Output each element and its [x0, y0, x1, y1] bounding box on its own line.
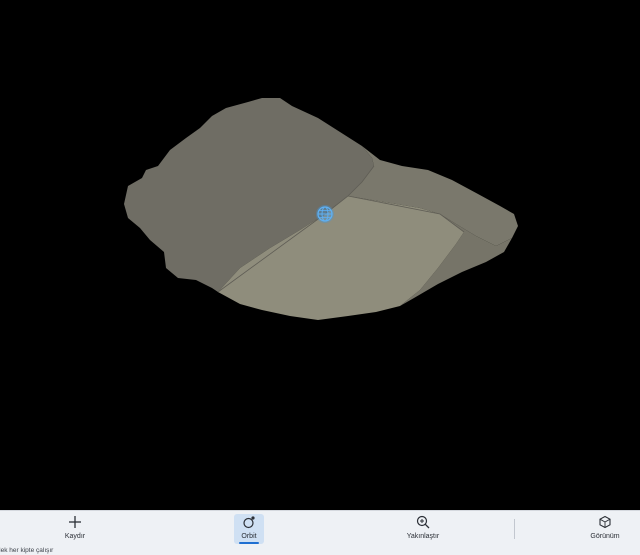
orbit-button[interactable]: Orbit	[234, 514, 264, 544]
zoom-button[interactable]: Yakınlaştır	[399, 514, 447, 544]
status-text: rlek her kipte çalışır	[0, 547, 54, 554]
pan-button[interactable]: Kaydır	[58, 514, 92, 544]
orbit-label: Orbit	[241, 533, 257, 540]
navigation-toolbar: Kaydır Orbit Yakınlaştır Görünüm	[0, 510, 640, 547]
pan-label: Kaydır	[64, 533, 86, 540]
status-bar: rlek her kipte çalışır	[0, 547, 640, 555]
orbit-icon	[243, 516, 255, 529]
view-label: Görünüm	[590, 533, 620, 540]
plus-move-icon	[69, 516, 81, 528]
app-window: Kaydır Orbit Yakınlaştır Görünüm rlek he…	[0, 0, 640, 555]
cube-view-icon	[599, 515, 611, 529]
3d-viewport[interactable]	[0, 0, 640, 510]
orbit-pivot-globe-icon[interactable]	[316, 205, 334, 223]
view-button[interactable]: Görünüm	[584, 514, 626, 544]
toolbar-divider	[514, 519, 515, 539]
zoom-label: Yakınlaştır	[406, 533, 440, 540]
zoom-in-icon	[416, 515, 430, 529]
3d-model-canvas[interactable]	[0, 0, 640, 510]
